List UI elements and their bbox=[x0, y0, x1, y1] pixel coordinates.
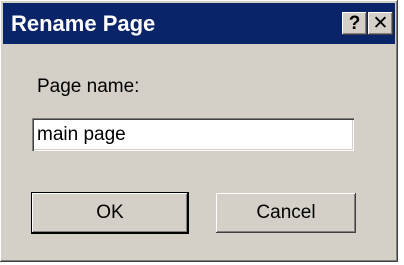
title-bar[interactable]: Rename Page ? ✕ bbox=[3, 3, 395, 44]
close-button[interactable]: ✕ bbox=[368, 12, 393, 35]
cancel-button[interactable]: Cancel bbox=[216, 193, 356, 233]
rename-page-dialog: Rename Page ? ✕ Page name: OK Cancel bbox=[0, 0, 398, 262]
dialog-title: Rename Page bbox=[11, 11, 156, 36]
ok-button-label: OK bbox=[96, 202, 124, 223]
cancel-button-label: Cancel bbox=[256, 202, 316, 223]
ok-button[interactable]: OK bbox=[31, 192, 189, 234]
page-name-label: Page name: bbox=[37, 76, 140, 97]
help-button[interactable]: ? bbox=[342, 12, 367, 35]
page-name-input[interactable] bbox=[32, 118, 354, 151]
close-icon: ✕ bbox=[372, 13, 389, 34]
help-icon: ? bbox=[348, 12, 361, 34]
